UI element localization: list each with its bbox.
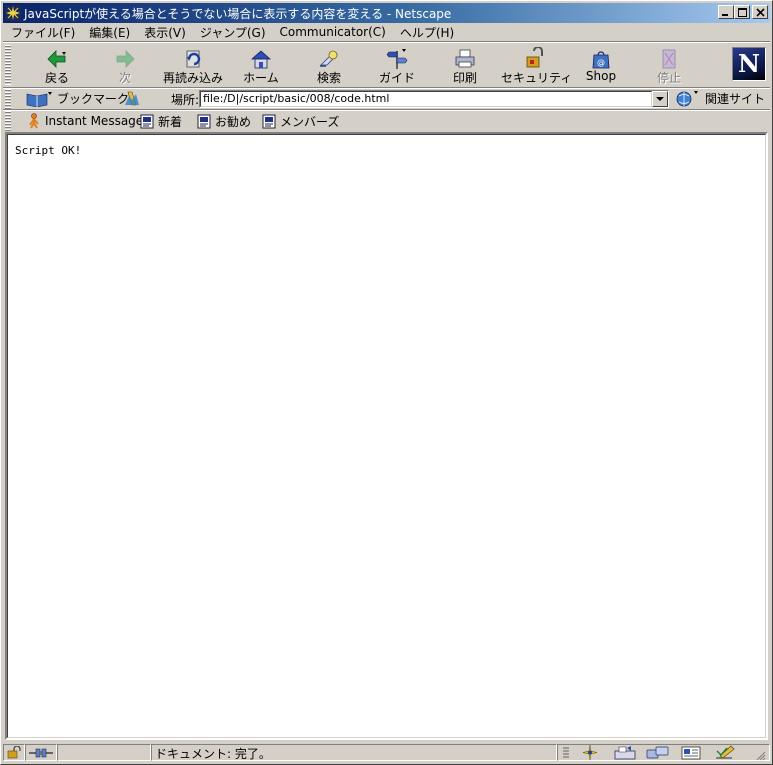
page-text: Script OK! (15, 144, 82, 157)
back-button[interactable]: 戻る (25, 43, 89, 87)
print-label: 印刷 (452, 71, 477, 85)
maximize-icon (738, 8, 747, 17)
close-icon (756, 8, 765, 17)
home-icon (250, 50, 272, 69)
back-arrow-icon (47, 50, 66, 68)
bookmark-members-button[interactable]: メンバーズ (262, 113, 339, 130)
menu-go[interactable]: ジャンプ(G) (192, 24, 272, 41)
url-dropdown-button[interactable] (652, 91, 668, 107)
composer-icon[interactable] (714, 745, 736, 760)
component-bar (557, 744, 770, 761)
status-bar: ドキュメント: 完了。 (3, 743, 770, 762)
minimize-icon (722, 14, 728, 16)
connection-status-cell[interactable] (25, 744, 57, 761)
reload-button[interactable]: 再読み込み (161, 43, 225, 87)
bookmark-new-button[interactable]: 新着 (140, 113, 182, 130)
component-grip-icon[interactable] (562, 746, 570, 759)
stop-icon (662, 49, 676, 69)
navigator-icon[interactable] (580, 745, 600, 760)
forward-label: 次 (118, 71, 131, 85)
instant-message-button[interactable]: Instant Message (27, 113, 143, 129)
bookmark-page-icon (197, 114, 211, 129)
search-button[interactable]: 検索 (297, 43, 361, 87)
svg-text:@: @ (597, 58, 605, 67)
navigation-toolbar: 戻る 次 再読み込み ホーム 検索 ガイド 印刷 セキュリティ @ Shop 停… (3, 43, 770, 87)
related-sites-label: 関連サイト (705, 92, 766, 106)
home-button[interactable]: ホーム (229, 43, 293, 87)
forward-arrow-icon (116, 50, 135, 68)
resize-grip-icon[interactable] (756, 751, 766, 761)
discussion-groups-icon[interactable] (646, 745, 670, 760)
maximize-button[interactable] (734, 5, 750, 19)
personal-grip[interactable] (5, 111, 11, 131)
title-bar[interactable]: JavaScriptが使える場合とそうでない場合に表示する内容を変える - Ne… (3, 3, 770, 23)
security-button[interactable]: セキュリティ (501, 43, 573, 87)
security-label: セキュリティ (501, 71, 573, 85)
menu-bar: ファイル(F) 編集(E) 表示(V) ジャンプ(G) Communicator… (3, 23, 770, 41)
bookmark-recommend-button[interactable]: お勧め (197, 113, 251, 130)
toolbar-grip[interactable] (5, 45, 11, 85)
stop-label: 停止 (656, 71, 681, 85)
search-label: 検索 (316, 71, 341, 85)
shop-button[interactable]: @ Shop (569, 43, 633, 87)
related-sites-icon (676, 91, 698, 107)
print-icon (455, 49, 475, 68)
location-toolbar: ブックマーク 場所: file:/D|/script/basic/008/cod… (3, 89, 770, 109)
location-grip[interactable] (5, 89, 11, 109)
progress-cell (57, 744, 151, 761)
netscape-logo[interactable]: N (732, 47, 766, 81)
stop-button[interactable]: 停止 (637, 43, 701, 87)
online-plug-icon (29, 748, 53, 758)
shop-label: Shop (585, 69, 617, 83)
search-icon (320, 50, 338, 67)
url-input[interactable]: file:/D|/script/basic/008/code.html (200, 91, 652, 107)
guide-button[interactable]: ガイド (365, 43, 429, 87)
page-content[interactable]: Script OK! (5, 132, 768, 740)
bookmarks-icon (26, 91, 52, 107)
minimize-button[interactable] (718, 5, 734, 19)
bookmarks-button[interactable]: ブックマーク (25, 90, 129, 107)
reload-label: 再読み込み (162, 71, 223, 85)
instant-message-label: Instant Message (45, 114, 144, 128)
home-label: ホーム (243, 71, 279, 85)
location-label: 場所: (171, 93, 200, 107)
security-status-cell[interactable] (3, 744, 25, 761)
bookmark-recommend-label: お勧め (215, 115, 252, 129)
print-button[interactable]: 印刷 (433, 43, 497, 87)
menu-file[interactable]: ファイル(F) (3, 24, 81, 41)
menu-communicator[interactable]: Communicator(C) (272, 25, 392, 39)
reload-icon (186, 50, 201, 68)
guide-icon (386, 49, 408, 69)
menu-edit[interactable]: 編集(E) (81, 24, 136, 41)
close-button[interactable] (752, 5, 768, 19)
menu-view[interactable]: 表示(V) (136, 24, 192, 41)
related-sites-button[interactable]: 関連サイト (675, 90, 765, 107)
shop-bag-icon: @ (592, 51, 610, 69)
bookmarks-label: ブックマーク (57, 92, 130, 106)
browser-window: JavaScriptが使える場合とそうでない場合に表示する内容を変える - Ne… (0, 0, 773, 765)
bookmark-page-icon (262, 114, 276, 129)
guide-label: ガイド (378, 71, 415, 85)
bookmark-new-label: 新着 (158, 115, 183, 129)
netscape-app-icon (5, 5, 21, 21)
bookmark-page-icon (140, 114, 154, 129)
forward-button[interactable]: 次 (93, 43, 157, 87)
mail-inbox-icon[interactable] (614, 745, 636, 760)
window-controls (718, 5, 768, 19)
menu-help[interactable]: ヘルプ(H) (392, 24, 460, 41)
page-viewport: Script OK! (7, 134, 766, 738)
unlocked-padlock-icon (7, 746, 21, 759)
bookmark-members-label: メンバーズ (280, 115, 340, 129)
chevron-down-icon (656, 97, 664, 101)
address-book-icon[interactable] (680, 745, 702, 760)
status-text: ドキュメント: 完了。 (155, 747, 271, 761)
page-proxy-icon[interactable] (123, 90, 141, 107)
back-label: 戻る (44, 71, 69, 85)
security-lock-icon (526, 47, 543, 68)
url-combobox[interactable]: file:/D|/script/basic/008/code.html (199, 90, 669, 108)
instant-message-icon (29, 113, 39, 129)
personal-toolbar: Instant Message 新着 お勧め メンバーズ (3, 111, 770, 131)
window-title: JavaScriptが使える場合とそうでない場合に表示する内容を変える - Ne… (24, 6, 452, 21)
